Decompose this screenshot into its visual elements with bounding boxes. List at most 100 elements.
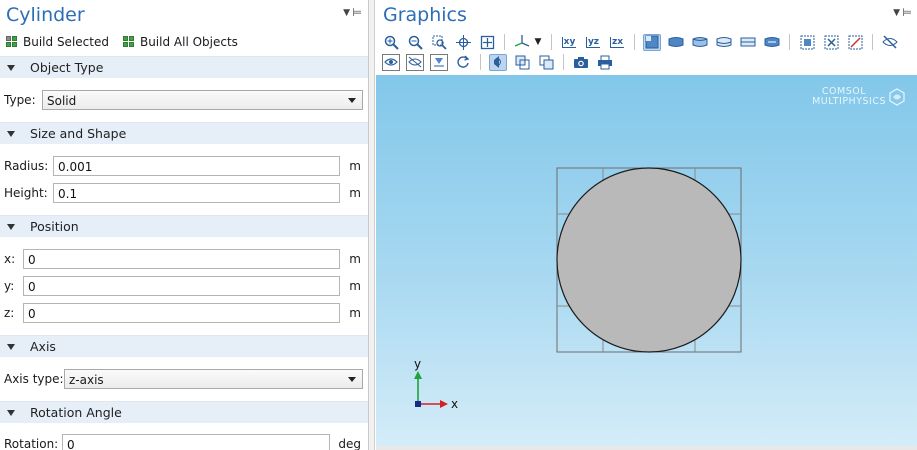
section-label: Size and Shape bbox=[30, 126, 127, 141]
graphics-title: Graphics bbox=[383, 4, 467, 26]
toolbar-separator bbox=[634, 34, 635, 50]
build-all-button[interactable]: Build All Objects bbox=[122, 35, 238, 49]
view-axes-icon[interactable] bbox=[513, 34, 531, 51]
zoom-extents-icon[interactable] bbox=[478, 34, 496, 51]
wireframe-rendering-icon[interactable] bbox=[489, 53, 507, 71]
select-domains-icon[interactable] bbox=[667, 34, 685, 51]
rotation-row: Rotation: 0 deg bbox=[0, 434, 368, 450]
build-selected-button[interactable]: Build Selected bbox=[6, 35, 109, 49]
render-mode-icon[interactable] bbox=[537, 54, 555, 71]
z-label: z: bbox=[4, 306, 15, 320]
section-size-shape[interactable]: Size and Shape bbox=[0, 122, 368, 144]
axis-y-label: y bbox=[414, 357, 421, 371]
section-label: Position bbox=[30, 219, 79, 234]
cylinder-geometry[interactable] bbox=[556, 167, 742, 353]
zoom-in-icon[interactable] bbox=[382, 34, 400, 51]
view-yz-button[interactable]: yz bbox=[584, 34, 602, 51]
section-label: Rotation Angle bbox=[30, 405, 122, 420]
radius-label: Radius: bbox=[4, 159, 49, 173]
select-points-icon[interactable] bbox=[739, 34, 757, 51]
reset-hiding-icon[interactable] bbox=[454, 54, 472, 71]
section-label: Axis bbox=[30, 339, 56, 354]
clear-selection-icon[interactable] bbox=[846, 34, 864, 51]
select-objects-icon[interactable] bbox=[643, 33, 661, 51]
section-axis[interactable]: Axis bbox=[0, 335, 368, 357]
toolbar-separator bbox=[480, 54, 481, 70]
geometry-canvas: y x bbox=[414, 167, 742, 411]
zoom-out-icon[interactable] bbox=[406, 34, 424, 51]
toolbar-separator bbox=[563, 54, 564, 70]
dropdown-arrow-icon bbox=[348, 98, 356, 103]
show-entities-icon[interactable] bbox=[430, 53, 448, 71]
graphics-toolbar-row1: ▼ xy yz zx bbox=[382, 33, 905, 51]
y-row: y: 0 m bbox=[0, 276, 368, 296]
radius-unit: m bbox=[349, 159, 361, 173]
image-snapshot-icon[interactable] bbox=[572, 54, 590, 71]
hide-selected-icon[interactable] bbox=[881, 34, 899, 51]
y-input[interactable]: 0 bbox=[23, 276, 340, 296]
view-dropdown-icon[interactable]: ▼ bbox=[533, 34, 543, 51]
deselect-box-icon[interactable] bbox=[822, 34, 840, 51]
height-row: Height: 0.1 m bbox=[0, 183, 368, 203]
select-all-icon[interactable] bbox=[763, 34, 781, 51]
section-object-type[interactable]: Object Type bbox=[0, 56, 368, 78]
rotation-unit: deg bbox=[338, 437, 361, 450]
height-label: Height: bbox=[4, 186, 48, 200]
type-select[interactable]: Solid bbox=[42, 90, 363, 110]
zoom-box-icon[interactable] bbox=[430, 34, 448, 51]
y-unit: m bbox=[349, 279, 361, 293]
axis-type-select[interactable]: z-axis bbox=[64, 369, 363, 389]
viewport-bottom-border bbox=[376, 446, 917, 450]
x-row: x: 0 m bbox=[0, 249, 368, 269]
zoom-selection-icon[interactable] bbox=[454, 34, 472, 51]
view-yz-label: yz bbox=[585, 36, 601, 48]
x-input[interactable]: 0 bbox=[23, 249, 340, 269]
section-label: Object Type bbox=[30, 60, 104, 75]
print-icon[interactable] bbox=[596, 54, 614, 71]
hide-entities-icon[interactable] bbox=[406, 53, 424, 71]
radius-input[interactable]: 0.001 bbox=[53, 156, 340, 176]
select-box-icon[interactable] bbox=[798, 34, 816, 51]
toolbar-separator bbox=[504, 34, 505, 50]
build-selected-icon bbox=[6, 36, 18, 48]
pin-icon[interactable]: ⊨ bbox=[902, 6, 912, 19]
panel-splitter[interactable] bbox=[369, 0, 375, 450]
build-all-label: Build All Objects bbox=[139, 35, 238, 49]
axis-type-select-value: z-axis bbox=[69, 373, 104, 387]
axis-type-row: Axis type: z-axis bbox=[0, 369, 368, 389]
height-input[interactable]: 0.1 bbox=[53, 183, 340, 203]
toolbar-separator bbox=[551, 34, 552, 50]
build-all-icon bbox=[122, 36, 135, 48]
view-zx-button[interactable]: zx bbox=[608, 34, 626, 51]
view-zx-label: zx bbox=[609, 36, 625, 48]
graphics-toolbar-row2 bbox=[382, 53, 620, 71]
type-label: Type: bbox=[4, 93, 36, 107]
type-row: Type: Solid bbox=[0, 90, 368, 110]
rotation-input[interactable]: 0 bbox=[62, 434, 330, 450]
axis-triad: y x bbox=[414, 357, 458, 411]
build-toolbar: Build Selected Build All Objects bbox=[6, 33, 246, 51]
view-xy-button[interactable]: xy bbox=[560, 34, 578, 51]
axis-x-label: x bbox=[451, 397, 458, 411]
graphics-viewport[interactable]: COMSOL MULTIPHYSICS y x bbox=[376, 75, 917, 446]
collapse-icon bbox=[7, 343, 15, 350]
panel-menu-icon[interactable]: ▼ bbox=[893, 8, 900, 18]
hide-show-icon[interactable] bbox=[382, 53, 400, 71]
radius-row: Radius: 0.001 m bbox=[0, 156, 368, 176]
type-select-value: Solid bbox=[47, 94, 77, 108]
section-rotation-angle[interactable]: Rotation Angle bbox=[0, 401, 368, 423]
transparency-icon[interactable] bbox=[513, 54, 531, 71]
z-input[interactable]: 0 bbox=[23, 303, 340, 323]
view-xy-label: xy bbox=[561, 36, 577, 48]
collapse-icon bbox=[7, 130, 15, 137]
z-row: z: 0 m bbox=[0, 303, 368, 323]
graphics-panel: Graphics ▼ ⊨ ▼ xy yz zx COMSOL MULTIPHYS… bbox=[376, 0, 917, 450]
collapse-icon bbox=[7, 64, 15, 71]
section-position[interactable]: Position bbox=[0, 215, 368, 237]
pin-icon[interactable]: ⊨ bbox=[352, 6, 362, 19]
collapse-icon bbox=[7, 223, 15, 230]
x-label: x: bbox=[4, 252, 16, 266]
select-boundaries-icon[interactable] bbox=[691, 34, 709, 51]
select-edges-icon[interactable] bbox=[715, 34, 733, 51]
panel-menu-icon[interactable]: ▼ bbox=[343, 8, 350, 18]
